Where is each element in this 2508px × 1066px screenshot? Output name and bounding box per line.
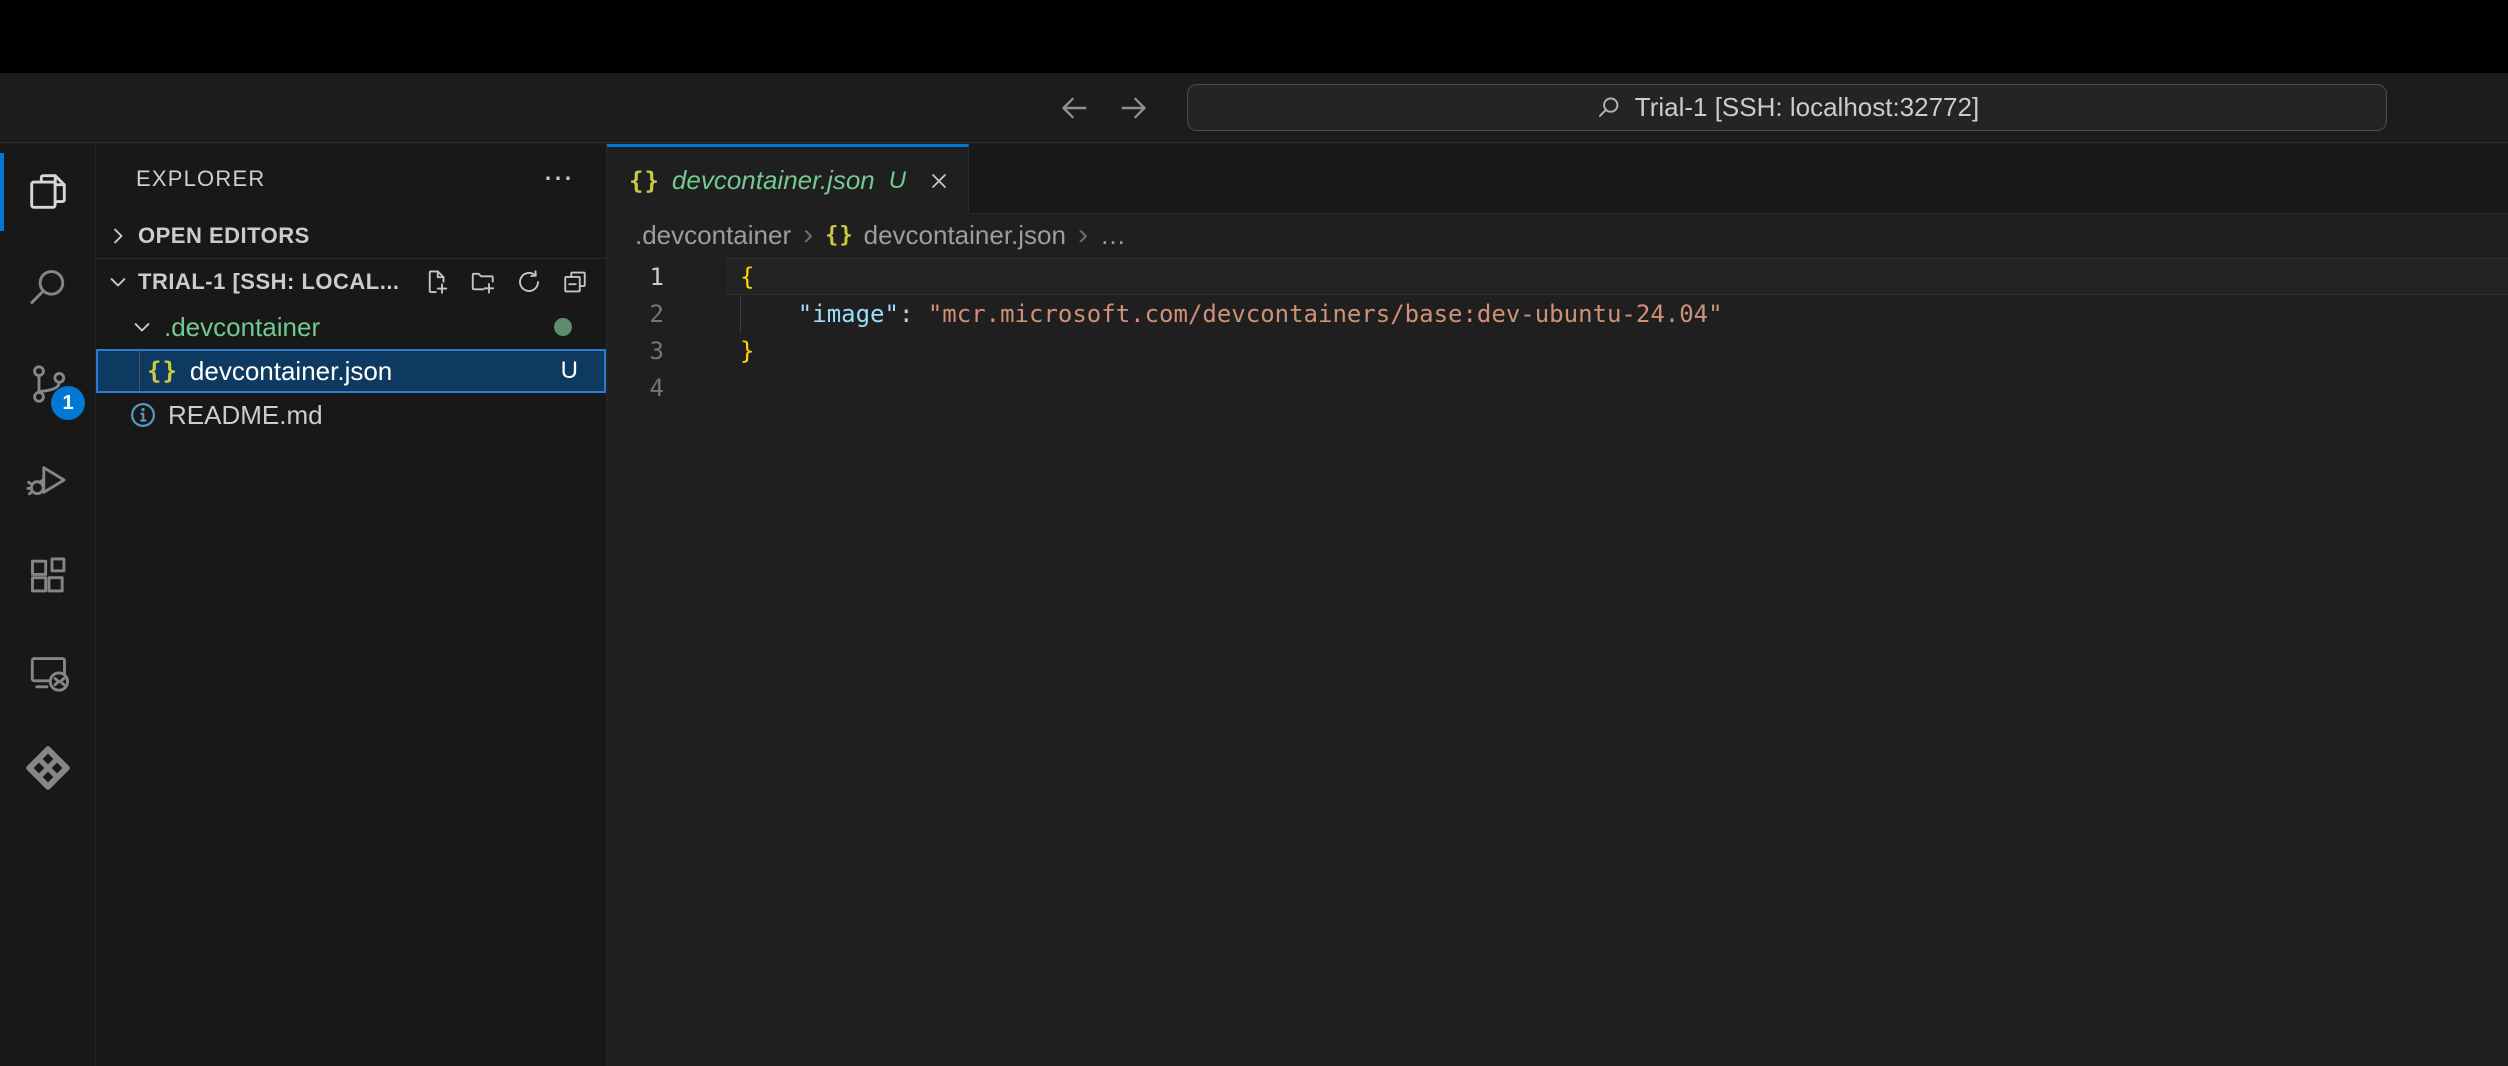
line-number: 2 — [607, 300, 664, 328]
tree-indent-guide — [139, 351, 140, 391]
source-control-badge: 1 — [51, 386, 85, 420]
tab-git-untracked-badge: U — [889, 167, 906, 195]
extensions-icon — [25, 553, 71, 599]
code-line-4[interactable]: 4 — [607, 369, 2508, 406]
history-navigation — [1056, 73, 1152, 142]
activity-item-explorer[interactable] — [0, 144, 95, 240]
activity-item-search[interactable] — [0, 240, 95, 336]
code-token-separator: : — [899, 300, 928, 328]
editor-group: {} devcontainer.json U .devcontainer › {… — [607, 144, 2508, 1066]
breadcrumb: .devcontainer › {} devcontainer.json › … — [607, 214, 2508, 256]
more-actions-icon[interactable]: ⋯ — [543, 174, 576, 184]
tab-strip-empty-area — [969, 144, 2508, 214]
chevron-right-icon — [104, 222, 132, 250]
explorer-actions — [422, 267, 606, 297]
search-icon — [25, 265, 71, 311]
code-token: { — [740, 263, 754, 291]
breadcrumb-symbol[interactable]: … — [1100, 220, 1126, 251]
workspace-section[interactable]: TRIAL-1 [SSH: LOCAL... — [96, 259, 606, 305]
chevron-separator-icon: › — [1076, 218, 1090, 252]
json-icon: {} — [147, 357, 178, 385]
json-icon: {} — [629, 167, 660, 195]
activity-item-source-control[interactable]: 1 — [0, 336, 95, 432]
new-folder-icon[interactable] — [468, 267, 498, 297]
line-number: 4 — [607, 374, 664, 402]
breadcrumb-file[interactable]: devcontainer.json — [864, 220, 1066, 251]
activity-item-extensions[interactable] — [0, 528, 95, 624]
activity-bar: 1 — [0, 144, 96, 1066]
arrow-right-icon — [1117, 91, 1151, 125]
json-icon: {} — [825, 223, 854, 248]
tree-item-readme[interactable]: README.md — [96, 393, 606, 437]
files-icon — [25, 169, 71, 215]
diamond-grid-icon — [25, 745, 71, 791]
workbench: 1 EXPLORER ⋯ OPEN EDITORS — [0, 144, 2508, 1066]
sidebar-title: EXPLORER — [136, 166, 265, 192]
title-bar: Trial-1 [SSH: localhost:32772] — [0, 73, 2508, 143]
sidebar-header: EXPLORER ⋯ — [96, 144, 606, 214]
remote-explorer-icon — [25, 649, 71, 695]
code-token: } — [740, 337, 754, 365]
line-number: 1 — [607, 263, 664, 291]
search-icon — [1595, 94, 1623, 122]
activity-item-remote-explorer[interactable] — [0, 624, 95, 720]
code-line-1[interactable]: 1 { — [607, 258, 2508, 295]
file-name: README.md — [168, 400, 323, 431]
command-center[interactable]: Trial-1 [SSH: localhost:32772] — [1187, 84, 2387, 131]
vscode-window: Trial-1 [SSH: localhost:32772] 1 — [0, 0, 2508, 1066]
chevron-down-icon — [128, 313, 156, 341]
close-icon[interactable] — [926, 168, 952, 194]
line-number: 3 — [607, 337, 664, 365]
refresh-icon[interactable] — [514, 267, 544, 297]
folder-name: .devcontainer — [164, 312, 320, 343]
tab-devcontainer-json[interactable]: {} devcontainer.json U — [607, 144, 969, 214]
breadcrumb-folder[interactable]: .devcontainer — [635, 220, 791, 251]
current-line-highlight — [726, 258, 2508, 295]
git-modified-dot — [554, 318, 572, 336]
collapse-all-icon[interactable] — [560, 267, 590, 297]
command-center-title: Trial-1 [SSH: localhost:32772] — [1635, 92, 1979, 123]
debug-play-icon — [25, 457, 71, 503]
forward-button[interactable] — [1116, 90, 1152, 126]
screen-top-black — [0, 0, 2508, 73]
arrow-left-icon — [1057, 91, 1091, 125]
code-line-2[interactable]: 2 "image": "mcr.microsoft.com/devcontain… — [607, 295, 2508, 332]
open-editors-section[interactable]: OPEN EDITORS — [96, 214, 606, 259]
code-token-string: "mcr.microsoft.com/devcontainers/base:de… — [928, 300, 1723, 328]
file-name: devcontainer.json — [190, 356, 392, 387]
chevron-separator-icon: › — [801, 218, 815, 252]
tab-label: devcontainer.json — [672, 165, 875, 196]
code-token-key: "image" — [798, 300, 899, 328]
workspace-label: TRIAL-1 [SSH: LOCAL... — [138, 269, 400, 295]
code-token — [740, 300, 798, 328]
back-button[interactable] — [1056, 90, 1092, 126]
code-editor[interactable]: 1 { 2 "image": "mcr.microsoft.com/devcon… — [607, 256, 2508, 1066]
tab-strip: {} devcontainer.json U — [607, 144, 2508, 214]
activity-item-azure[interactable] — [0, 720, 95, 816]
info-icon — [128, 400, 158, 430]
explorer-sidebar: EXPLORER ⋯ OPEN EDITORS TRIAL-1 [SSH: LO… — [96, 144, 607, 1066]
git-untracked-badge: U — [561, 357, 578, 385]
new-file-icon[interactable] — [422, 267, 452, 297]
tree-item-devcontainer-folder[interactable]: .devcontainer — [96, 305, 606, 349]
activity-item-run-and-debug[interactable] — [0, 432, 95, 528]
tree-item-devcontainer-json[interactable]: {} devcontainer.json U — [96, 349, 606, 393]
code-line-3[interactable]: 3 } — [607, 332, 2508, 369]
open-editors-label: OPEN EDITORS — [138, 223, 310, 249]
chevron-down-icon — [104, 268, 132, 296]
